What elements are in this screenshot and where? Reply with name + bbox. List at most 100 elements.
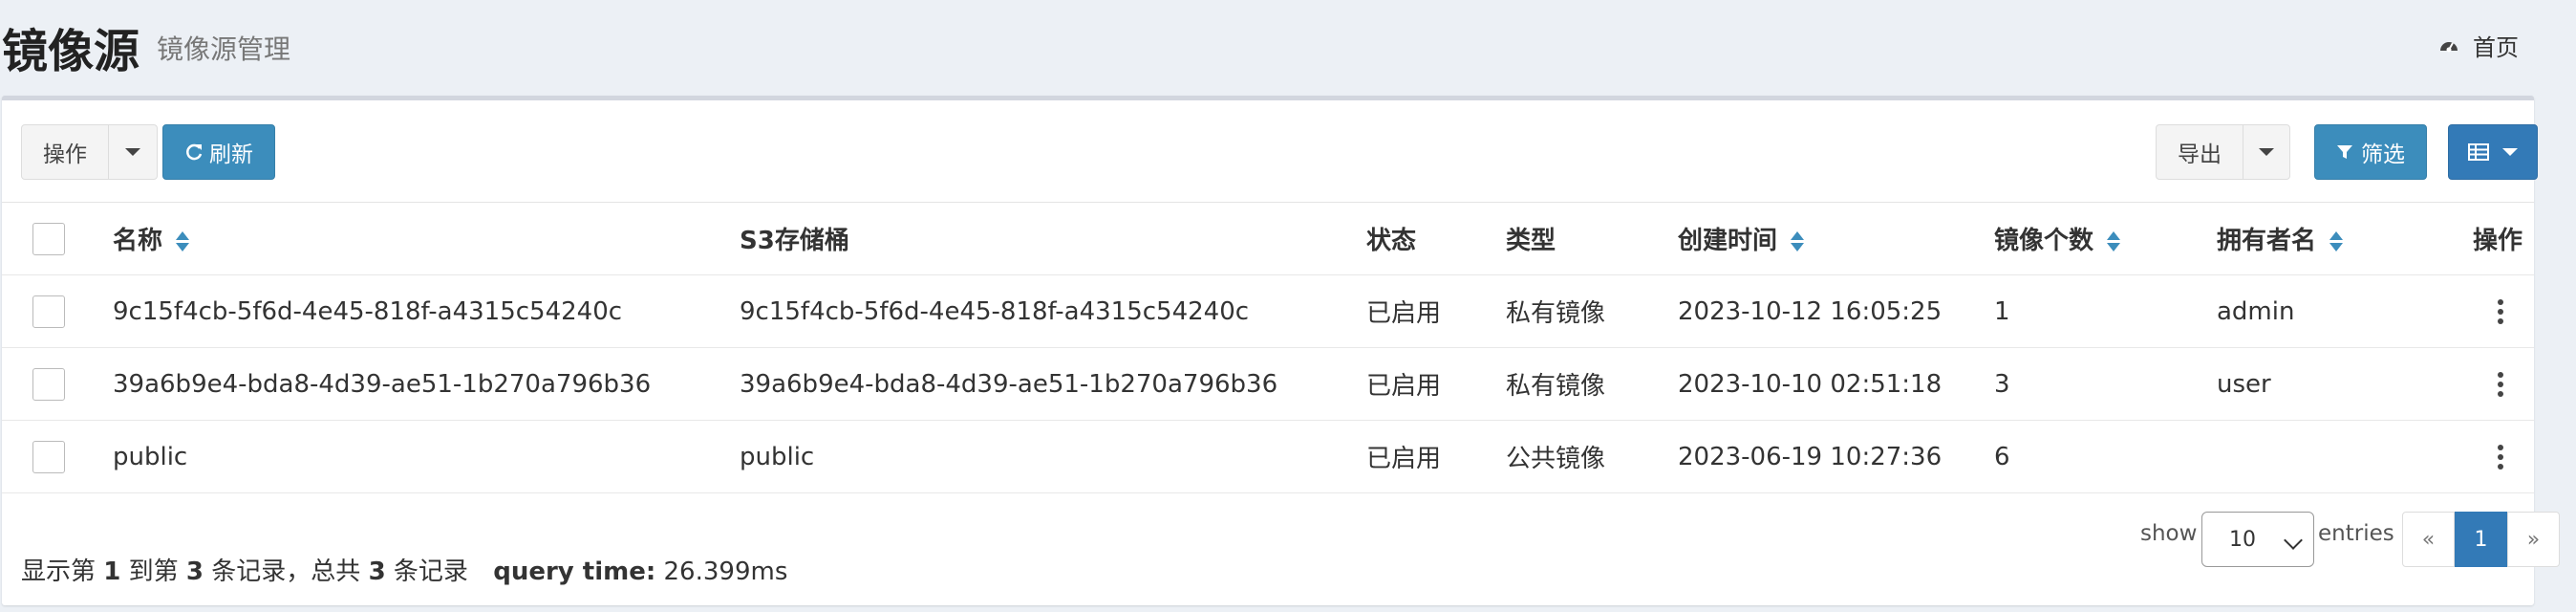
col-count-label: 镜像个数 [1994, 227, 2094, 255]
more-vertical-icon[interactable] [2498, 299, 2503, 324]
col-actions: 操作 [2473, 203, 2534, 275]
refresh-icon [186, 143, 203, 161]
show-label: show [2140, 521, 2198, 546]
col-name-label: 名称 [113, 227, 163, 255]
cell-name: 39a6b9e4-bda8-4d39-ae51-1b270a796b36 [113, 347, 740, 421]
col-status: 状态 [1366, 203, 1506, 275]
cell-bucket: 9c15f4cb-5f6d-4e45-818f-a4315c54240c [740, 274, 1366, 348]
chevron-down-icon [125, 148, 140, 156]
home-link[interactable]: 首页 [2438, 29, 2519, 62]
table-header-row: 名称 S3存储桶 状态 类型 创建时间 镜像个数 拥有者名 操作 [2, 203, 2534, 275]
cell-status: 已启用 [1366, 420, 1506, 493]
info-suffix: 条记录 [393, 557, 468, 586]
info-mid1: 到第 [128, 557, 179, 586]
cell-count: 3 [1994, 347, 2217, 421]
row-select-cell [2, 347, 113, 421]
col-created[interactable]: 创建时间 [1678, 203, 1994, 275]
cell-name: 9c15f4cb-5f6d-4e45-818f-a4315c54240c [113, 274, 740, 348]
prev-page-button[interactable]: « [2402, 512, 2455, 567]
home-label: 首页 [2473, 34, 2519, 61]
row-select-cell [2, 420, 113, 493]
col-type-label: 类型 [1506, 227, 1556, 255]
sort-icon [1791, 230, 1805, 252]
table-row: public public 已启用 公共镜像 2023-06-19 10:27:… [2, 420, 2534, 493]
col-created-label: 创建时间 [1678, 227, 1778, 255]
page-title: 镜像源 [2, 25, 140, 78]
entries-label: entries [2318, 521, 2394, 546]
export-label: 导出 [2178, 142, 2222, 167]
cell-bucket: public [740, 420, 1366, 493]
cell-created: 2023-10-10 02:51:18 [1678, 347, 1994, 421]
more-vertical-icon[interactable] [2498, 372, 2503, 397]
sort-icon [2329, 230, 2344, 252]
cell-count: 6 [1994, 420, 2217, 493]
action-button-label: 操作 [43, 142, 87, 167]
col-name[interactable]: 名称 [113, 203, 740, 275]
cell-owner: admin [2217, 274, 2473, 348]
cell-actions [2473, 420, 2534, 493]
cell-status: 已启用 [1366, 347, 1506, 421]
mirror-table: 名称 S3存储桶 状态 类型 创建时间 镜像个数 拥有者名 操作 9c15f4c… [2, 203, 2534, 493]
chevron-down-icon [2502, 148, 2518, 156]
row-checkbox[interactable] [32, 367, 65, 401]
col-owner-label: 拥有者名 [2217, 227, 2317, 255]
col-count[interactable]: 镜像个数 [1994, 203, 2217, 275]
pagination-info: 显示第 1 到第 3 条记录，总共 3 条记录 query time: 26.3… [21, 552, 787, 587]
refresh-button[interactable]: 刷新 [162, 124, 275, 180]
query-time-value: 26.399ms [663, 557, 788, 586]
cell-created: 2023-10-12 16:05:25 [1678, 274, 1994, 348]
toolbar: 操作 刷新 导出 筛选 [2, 100, 2538, 203]
pagination: « 1 » [2402, 512, 2560, 567]
sort-icon [2107, 230, 2121, 252]
info-from: 1 [103, 557, 121, 586]
columns-toggle-button[interactable] [2448, 124, 2538, 180]
cell-actions [2473, 274, 2534, 348]
page-size-select[interactable]: 10 [2201, 512, 2314, 567]
cell-status: 已启用 [1366, 274, 1506, 348]
table-row: 9c15f4cb-5f6d-4e45-818f-a4315c54240c 9c1… [2, 274, 2534, 348]
row-select-cell [2, 274, 113, 348]
col-bucket-label: S3存储桶 [740, 227, 849, 255]
info-total: 3 [368, 557, 386, 586]
cell-type: 私有镜像 [1506, 347, 1678, 421]
export-button[interactable]: 导出 [2156, 124, 2243, 180]
chevron-down-icon [2259, 148, 2274, 156]
export-dropdown-toggle[interactable] [2243, 124, 2290, 180]
grid-icon [2468, 143, 2489, 161]
cell-type: 公共镜像 [1506, 420, 1678, 493]
filter-label: 筛选 [2361, 142, 2405, 167]
page-button-current[interactable]: 1 [2455, 512, 2507, 567]
col-owner[interactable]: 拥有者名 [2217, 203, 2473, 275]
query-time-label: query time: [493, 557, 656, 586]
cell-created: 2023-06-19 10:27:36 [1678, 420, 1994, 493]
col-bucket: S3存储桶 [740, 203, 1366, 275]
action-dropdown-toggle[interactable] [108, 124, 158, 180]
next-page-button[interactable]: » [2507, 512, 2560, 567]
select-all-cell [2, 203, 113, 275]
page-subtitle: 镜像源管理 [157, 33, 291, 65]
info-prefix: 显示第 [21, 557, 97, 586]
cell-owner: user [2217, 347, 2473, 421]
dashboard-icon [2440, 41, 2458, 52]
sort-icon [176, 230, 190, 252]
row-checkbox[interactable] [32, 295, 65, 328]
cell-name: public [113, 420, 740, 493]
more-vertical-icon[interactable] [2498, 445, 2503, 470]
cell-bucket: 39a6b9e4-bda8-4d39-ae51-1b270a796b36 [740, 347, 1366, 421]
cell-count: 1 [1994, 274, 2217, 348]
content-header: 镜像源 镜像源管理 首页 [0, 0, 2576, 94]
refresh-label: 刷新 [209, 142, 253, 167]
cell-owner [2217, 420, 2473, 493]
page-size-value: 10 [2229, 527, 2256, 552]
main-box: 操作 刷新 导出 筛选 名称 S3存储桶 状态 类型 创建时间 镜像个数 拥有者… [2, 96, 2560, 605]
select-all-checkbox[interactable] [32, 222, 65, 255]
cell-type: 私有镜像 [1506, 274, 1678, 348]
col-status-label: 状态 [1366, 227, 1417, 255]
info-to: 3 [185, 557, 204, 586]
row-checkbox[interactable] [32, 440, 65, 473]
filter-button[interactable]: 筛选 [2314, 124, 2427, 180]
action-button[interactable]: 操作 [21, 124, 109, 180]
cell-actions [2473, 347, 2534, 421]
col-type: 类型 [1506, 203, 1678, 275]
filter-icon [2337, 145, 2352, 159]
